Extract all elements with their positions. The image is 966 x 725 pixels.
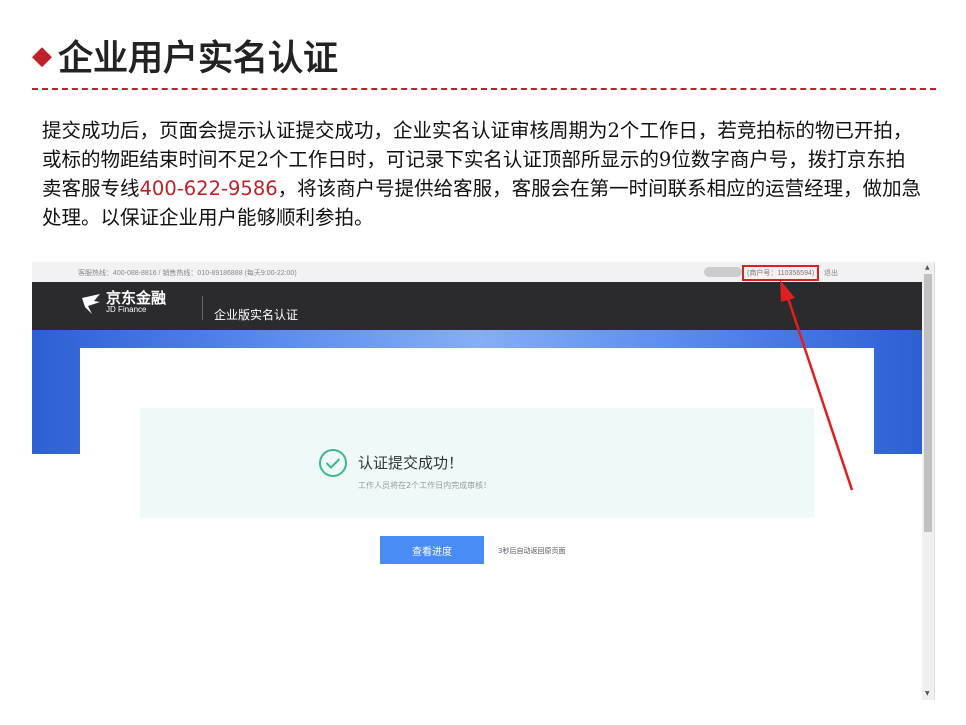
jd-finance-logo[interactable]: 京东金融 JD Finance — [80, 289, 167, 316]
auto-return-text: 3秒后自动返回原页面 — [498, 546, 565, 556]
logo-chinese: 京东金融 — [106, 289, 167, 307]
nav-separator — [202, 296, 203, 320]
title-divider — [32, 88, 936, 90]
diamond-bullet-icon: ◆ — [32, 40, 52, 71]
scroll-up-icon[interactable]: ▲ — [925, 264, 930, 271]
slide-title: ◆ 企业用户实名认证 — [32, 30, 338, 81]
success-title: 认证提交成功！ — [358, 454, 464, 472]
scroll-thumb[interactable] — [924, 274, 932, 532]
top-info-bar: 客服热线：400-088-8816 / 销售热线：010-89186888 (每… — [32, 262, 922, 282]
embedded-screenshot: 客服热线：400-088-8816 / 销售热线：010-89186888 (每… — [32, 262, 935, 700]
instruction-paragraph: 提交成功后，页面会提示认证提交成功，企业实名认证审核周期为2个工作日，若竞拍标的… — [42, 116, 922, 232]
success-subtitle: 工作人员将在2个工作日内完成审核！ — [358, 481, 492, 490]
hotline-info: 客服热线：400-088-8816 / 销售热线：010-89186888 (每… — [78, 270, 297, 277]
result-card: 认证提交成功！ 工作人员将在2个工作日内完成审核！ 查看进度 3秒后自动返回原页… — [80, 348, 874, 700]
success-panel: 认证提交成功！ 工作人员将在2个工作日内完成审核！ — [140, 408, 814, 518]
check-circle-icon — [319, 449, 347, 477]
nav-page-title: 企业版实名认证 — [214, 308, 299, 322]
auto-return-label: 秒后自动返回原页面 — [502, 547, 566, 555]
scroll-down-icon[interactable]: ▼ — [925, 690, 930, 697]
merchant-id: (商户号：110356594) — [742, 265, 820, 281]
hotline-number: 400-622-9586 — [139, 177, 278, 200]
jd-finance-logo-icon — [82, 294, 100, 314]
slide-title-text: 企业用户实名认证 — [58, 39, 339, 79]
logo-text: 京东金融 JD Finance — [106, 289, 167, 316]
nav-bar: 京东金融 JD Finance 企业版实名认证 — [32, 282, 922, 330]
blurred-username — [704, 267, 742, 277]
vertical-scrollbar[interactable]: ▲ ▼ — [922, 262, 934, 700]
view-progress-button[interactable]: 查看进度 — [380, 536, 484, 564]
logout-link[interactable]: 退出 — [824, 268, 838, 278]
